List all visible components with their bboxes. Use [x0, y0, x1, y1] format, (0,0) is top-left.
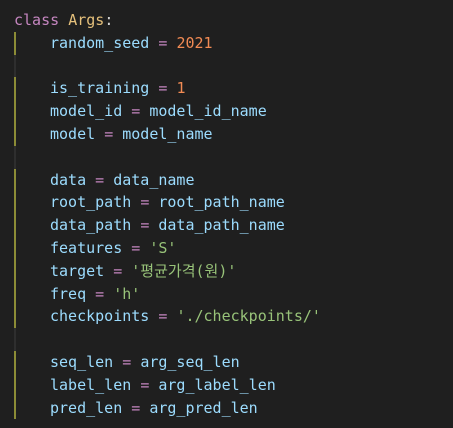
code-line-checkpoints[interactable]: checkpoints = './checkpoints/' — [0, 305, 453, 329]
indent-guide — [14, 168, 16, 192]
assign-operator: = — [122, 352, 132, 371]
assign-operator: = — [140, 375, 150, 394]
assign-operator: = — [104, 124, 114, 143]
indent-guide — [14, 282, 16, 306]
indent-guide — [14, 236, 16, 260]
variable-name: data — [50, 170, 87, 189]
code-line-model-id[interactable]: model_id = model_id_name — [0, 100, 453, 123]
assigned-value: 'h' — [113, 284, 141, 303]
indent-guide — [14, 214, 16, 237]
indent-guide — [14, 145, 16, 169]
indent-guide — [14, 31, 16, 55]
code-line-seq-len[interactable]: seq_len = arg_seq_len — [0, 350, 453, 374]
class-definition-line[interactable]: class Args: — [0, 9, 453, 32]
assigned-value: data_path_name — [158, 216, 285, 235]
assign-operator: = — [140, 193, 150, 212]
variable-name: model — [50, 124, 96, 143]
code-line-data[interactable]: data = data_name — [0, 168, 453, 192]
assigned-value: arg_label_len — [158, 375, 276, 394]
variable-name: target — [50, 261, 105, 280]
blank-line[interactable] — [0, 54, 453, 78]
assigned-value: root_path_name — [158, 193, 285, 212]
indent-guide — [14, 350, 16, 374]
variable-name: data_path — [50, 216, 132, 235]
assigned-value: model_id_name — [149, 102, 267, 121]
class-name: Args — [68, 11, 105, 29]
assign-operator: = — [158, 33, 168, 52]
variable-name: seq_len — [50, 352, 114, 371]
assigned-value: model_name — [122, 124, 213, 143]
code-line-features[interactable]: features = 'S' — [0, 236, 453, 260]
indent-guide — [14, 328, 16, 351]
indent-guide — [14, 54, 16, 78]
colon: : — [104, 11, 114, 29]
code-editor[interactable]: class Args: random_seed = 2021 is_trainin… — [0, 0, 453, 420]
variable-name: is_training — [50, 79, 150, 98]
assigned-value: 2021 — [176, 33, 213, 52]
indent-guide — [14, 77, 16, 101]
indent-guide — [14, 122, 16, 146]
variable-name: model_id — [50, 102, 123, 121]
indent-guide — [14, 259, 16, 283]
variable-name: random_seed — [50, 33, 150, 52]
indent-guide — [14, 191, 16, 215]
variable-name: label_len — [50, 375, 132, 394]
indent-guide — [14, 373, 16, 397]
indent-guide — [14, 100, 16, 123]
code-line-data-path[interactable]: data_path = data_path_name — [0, 214, 453, 237]
assign-operator: = — [95, 284, 105, 303]
code-line-is-training[interactable]: is_training = 1 — [0, 77, 453, 101]
assigned-value: '평균가격(원)' — [131, 261, 237, 280]
indent-guide — [14, 396, 16, 420]
indent-guide — [14, 305, 16, 329]
code-line-label-len[interactable]: label_len = arg_label_len — [0, 373, 453, 397]
assigned-value: 1 — [176, 79, 186, 98]
code-line-random-seed[interactable]: random_seed = 2021 — [0, 31, 453, 55]
assign-operator: = — [158, 307, 168, 326]
assign-operator: = — [113, 261, 123, 280]
variable-name: freq — [50, 284, 87, 303]
assign-operator: = — [158, 79, 168, 98]
assign-operator: = — [95, 170, 105, 189]
assign-operator: = — [131, 398, 141, 417]
blank-line[interactable] — [0, 328, 453, 351]
class-keyword: class — [14, 11, 60, 29]
variable-name: root_path — [50, 193, 132, 212]
code-line-target[interactable]: target = '평균가격(원)' — [0, 259, 453, 283]
assign-operator: = — [131, 238, 141, 257]
assigned-value: arg_seq_len — [140, 352, 240, 371]
assign-operator: = — [131, 102, 141, 121]
variable-name: features — [50, 238, 123, 257]
code-line-freq[interactable]: freq = 'h' — [0, 282, 453, 306]
code-line-model[interactable]: model = model_name — [0, 122, 453, 146]
assign-operator: = — [140, 216, 150, 235]
assigned-value: './checkpoints/' — [176, 307, 321, 326]
assigned-value: 'S' — [149, 238, 177, 257]
assigned-value: data_name — [113, 170, 195, 189]
assigned-value: arg_pred_len — [149, 398, 258, 417]
variable-name: checkpoints — [50, 307, 150, 326]
variable-name: pred_len — [50, 398, 123, 417]
code-line-root-path[interactable]: root_path = root_path_name — [0, 191, 453, 215]
code-line-pred-len[interactable]: pred_len = arg_pred_len — [0, 396, 453, 420]
blank-line[interactable] — [0, 145, 453, 169]
